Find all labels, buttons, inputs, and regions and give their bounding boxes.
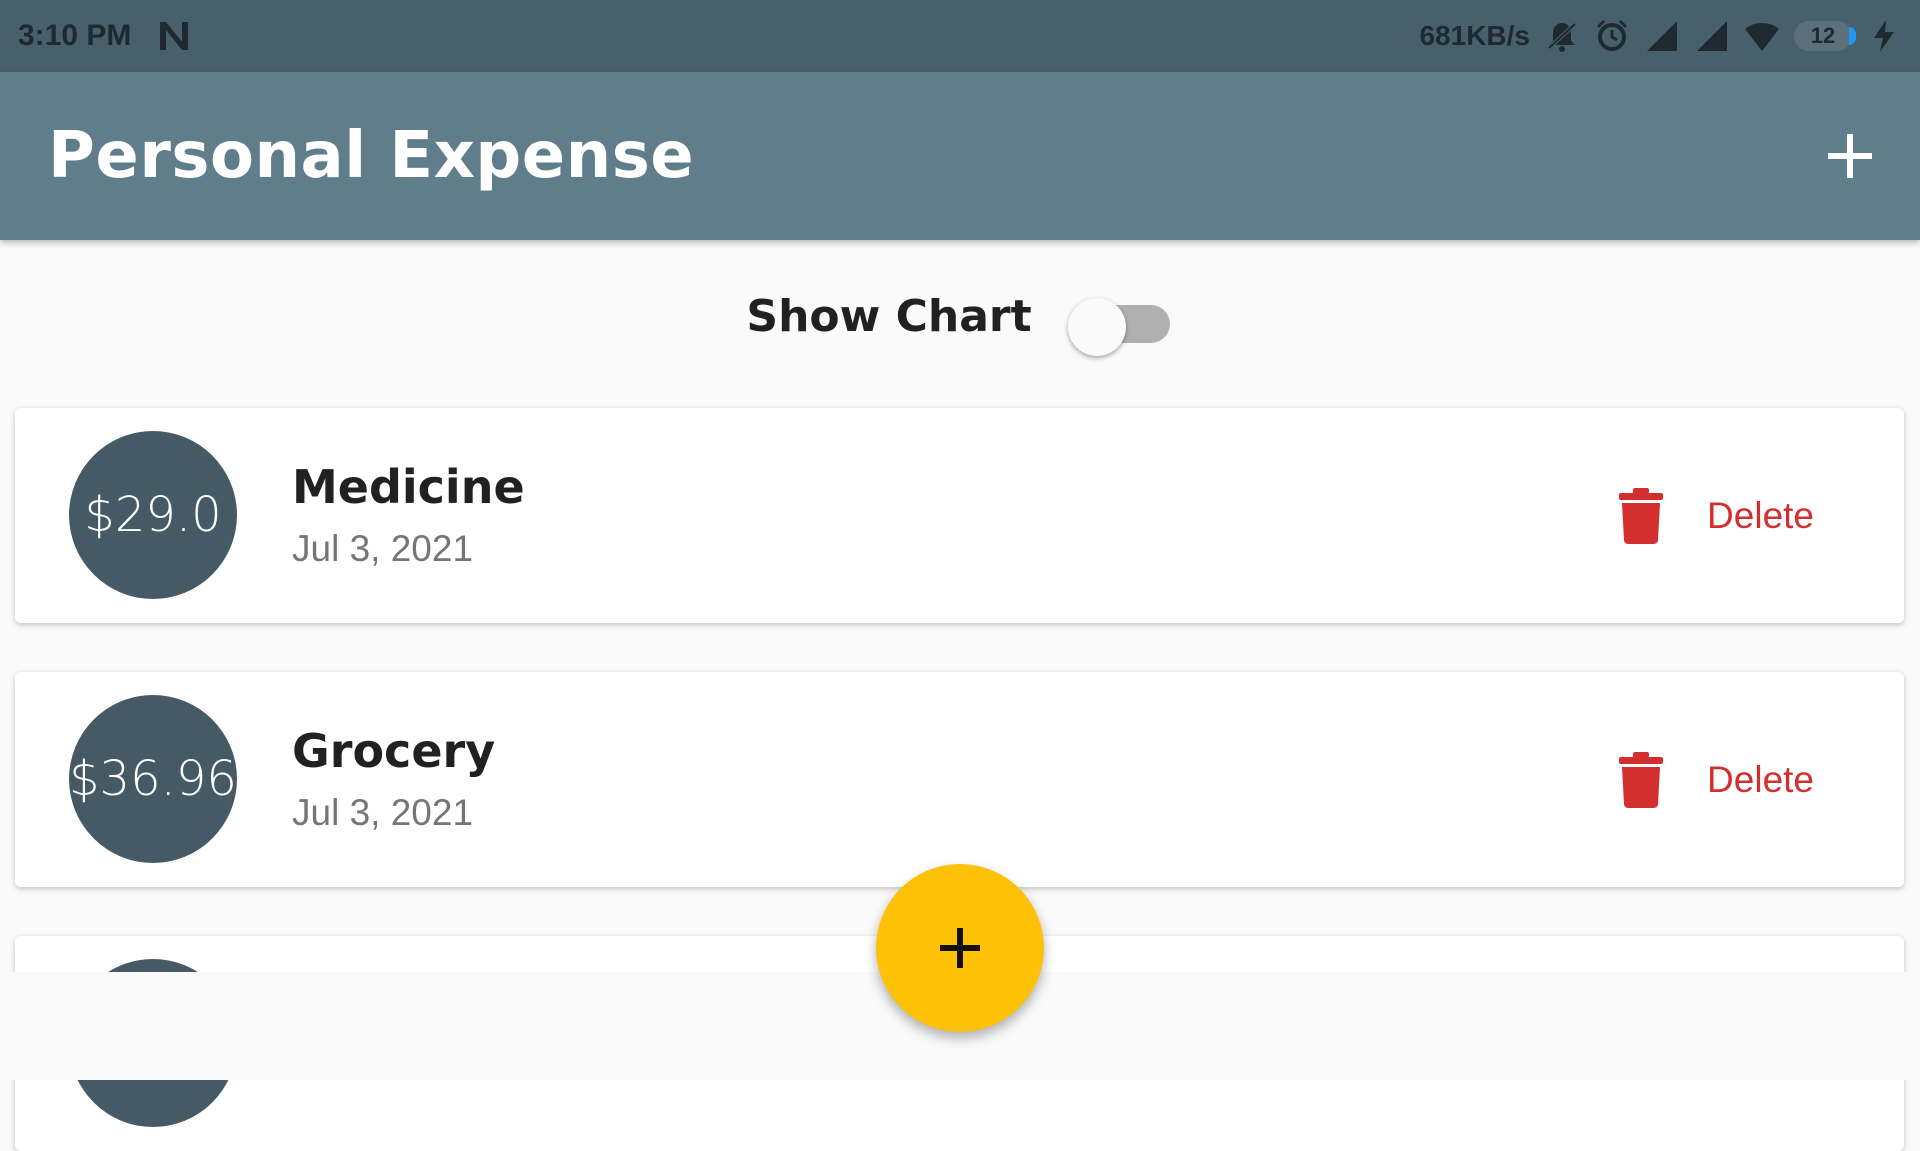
battery-indicator: 12 bbox=[1794, 21, 1856, 51]
plus-icon bbox=[1828, 134, 1872, 178]
signal-icon-2 bbox=[1697, 21, 1727, 51]
amount-text: $36.96 bbox=[69, 751, 237, 807]
alarm-icon bbox=[1596, 19, 1628, 51]
transaction-date: Jul 3, 2021 bbox=[292, 528, 474, 569]
amount-avatar: $36.96 bbox=[69, 695, 237, 863]
delete-button[interactable]: Delete bbox=[1619, 744, 1814, 816]
signal-icon-1 bbox=[1647, 21, 1677, 51]
trash-icon bbox=[1619, 752, 1664, 808]
switch-thumb bbox=[1067, 298, 1126, 356]
plus-icon bbox=[940, 928, 980, 968]
show-chart-label: Show Chart bbox=[746, 290, 1032, 342]
delete-button[interactable]: Delete bbox=[1619, 480, 1814, 552]
status-time: 3:10 PM bbox=[18, 19, 132, 52]
charging-bolt-icon bbox=[1874, 20, 1894, 52]
show-chart-row: Show Chart bbox=[0, 270, 1920, 362]
delete-label: Delete bbox=[1707, 759, 1814, 800]
trash-icon bbox=[1619, 488, 1664, 544]
status-bar: 3:10 PM 681KB/s 12 bbox=[0, 0, 1920, 72]
add-transaction-button[interactable] bbox=[1820, 126, 1880, 186]
wifi-icon bbox=[1745, 23, 1779, 51]
page-title: Personal Expense bbox=[48, 119, 695, 193]
transaction-date: Jul 3, 2021 bbox=[292, 792, 474, 833]
transaction-title: Medicine bbox=[292, 460, 525, 514]
amount-text: $29.0 bbox=[84, 487, 222, 543]
status-icons: 681KB/s 12 bbox=[1419, 0, 1902, 72]
amount-avatar: $29.0 bbox=[69, 431, 237, 599]
transaction-title: Grocery bbox=[292, 724, 496, 778]
delete-label: Delete bbox=[1707, 495, 1814, 536]
network-speed: 681KB/s bbox=[1419, 20, 1530, 51]
notification-n-icon bbox=[160, 22, 188, 50]
battery-level: 12 bbox=[1810, 23, 1836, 48]
app-bar: Personal Expense bbox=[0, 72, 1920, 240]
silent-bell-icon bbox=[1547, 22, 1577, 52]
show-chart-switch[interactable] bbox=[1062, 286, 1174, 356]
transaction-card: $36.96 Grocery Jul 3, 2021 Delete bbox=[15, 672, 1904, 887]
add-transaction-fab[interactable] bbox=[876, 864, 1044, 1032]
transaction-card: $29.0 Medicine Jul 3, 2021 Delete bbox=[15, 408, 1904, 623]
